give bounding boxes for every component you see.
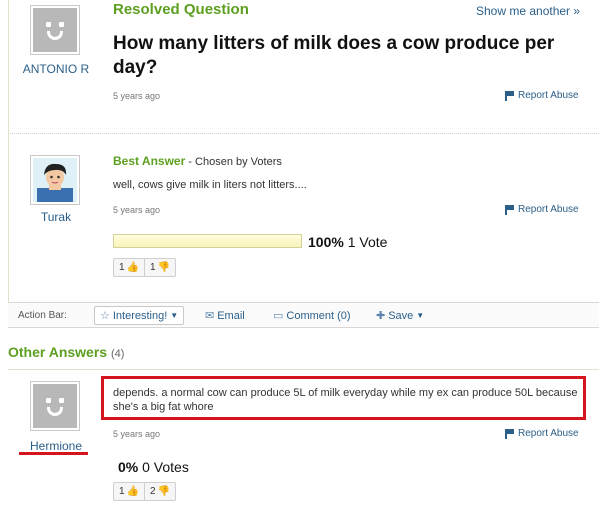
resolved-label: Resolved Question (113, 1, 249, 18)
answerer-avatar[interactable] (30, 381, 80, 431)
thumbs-up-button[interactable]: 1 👍 (114, 259, 144, 276)
star-icon: ☆ (100, 310, 110, 322)
email-button[interactable]: ✉ Email (205, 306, 245, 325)
report-abuse-label: Report Abuse (518, 428, 579, 439)
report-abuse-link[interactable]: Report Abuse (505, 90, 579, 101)
other-answers-heading: Other Answers (4) (8, 344, 124, 360)
thumbs-up-icon: 👍 (126, 486, 140, 497)
answerer-name[interactable]: Turak (16, 210, 96, 224)
save-label: Save (388, 309, 414, 322)
answer-timestamp: 5 years ago (113, 429, 161, 439)
divider (10, 133, 599, 134)
comment-icon: ▭ (273, 310, 284, 322)
best-answer-label: Best Answer (113, 154, 186, 168)
comment-label: Comment (0) (286, 309, 351, 322)
answer-text: depends. a normal cow can produce 5L of … (113, 387, 578, 413)
question-timestamp: 5 years ago (113, 91, 161, 101)
interesting-button[interactable]: ☆ Interesting! ▼ (94, 306, 185, 325)
question-title: How many litters of milk does a cow prod… (113, 33, 555, 78)
thumbs-down-count: 2 (150, 486, 156, 497)
chevron-down-icon: ▼ (170, 311, 179, 320)
report-abuse-label: Report Abuse (518, 90, 579, 101)
default-avatar-icon (33, 384, 77, 428)
email-label: Email (217, 309, 245, 322)
thumbs-up-button[interactable]: 1 👍 (114, 483, 144, 500)
asker-avatar[interactable] (30, 5, 80, 55)
other-answers-count: (4) (110, 348, 125, 360)
answerer-name[interactable]: Hermione (16, 439, 96, 453)
envelope-icon: ✉ (205, 310, 215, 322)
thumbs-up-count: 1 (119, 486, 125, 497)
comment-button[interactable]: ▭ Comment (0) (273, 306, 351, 325)
thumbs-down-count: 1 (150, 262, 156, 273)
vote-progress-bar (113, 234, 302, 248)
thumbs-up-count: 1 (119, 262, 125, 273)
flag-icon (505, 90, 514, 101)
action-bar-label: Action Bar: (18, 310, 67, 321)
best-answer-timestamp: 5 years ago (113, 205, 161, 215)
rating-buttons: 1 👍 2 👎 (113, 482, 177, 501)
thumbs-down-button[interactable]: 2 👎 (144, 483, 175, 500)
report-abuse-link[interactable]: Report Abuse (505, 204, 579, 215)
vote-count: 0 Votes (142, 459, 189, 475)
plus-icon: ✚ (376, 310, 386, 322)
flag-icon (505, 204, 514, 215)
cartoon-avatar-icon (33, 158, 77, 202)
answerer-avatar[interactable] (30, 155, 80, 205)
other-answers-label: Other Answers (8, 344, 108, 360)
thumbs-down-button[interactable]: 1 👎 (144, 259, 175, 276)
best-answer-heading: Best Answer - Chosen by Voters (113, 154, 282, 168)
interesting-label: Interesting! (112, 309, 168, 322)
chosen-by-label: - Chosen by Voters (185, 156, 282, 168)
asker-name[interactable]: ANTONIO R (16, 62, 96, 76)
vote-count: 1 Vote (347, 234, 388, 250)
thumbs-down-icon: 👎 (157, 486, 171, 497)
vote-percent: 100% (308, 234, 344, 250)
chevron-down-icon: ▼ (416, 311, 425, 320)
red-underline-annotation (19, 452, 88, 455)
report-abuse-link[interactable]: Report Abuse (505, 428, 579, 439)
vote-percent: 0% (118, 459, 139, 475)
vote-summary: 0% 0 Votes (118, 459, 189, 475)
flag-icon (505, 428, 514, 439)
report-abuse-label: Report Abuse (518, 204, 579, 215)
best-answer-text: well, cows give milk in liters not litte… (113, 179, 307, 191)
default-avatar-icon (33, 8, 77, 52)
thumbs-down-icon: 👎 (157, 262, 171, 273)
divider (8, 369, 599, 370)
rating-buttons: 1 👍 1 👎 (113, 258, 177, 277)
save-button[interactable]: ✚ Save ▼ (376, 306, 424, 325)
show-another-link[interactable]: Show me another » (476, 4, 580, 18)
action-bar: Action Bar: ☆ Interesting! ▼ ✉ Email ▭ C… (8, 302, 599, 328)
vote-summary: 100% 1 Vote (308, 234, 387, 250)
thumbs-up-icon: 👍 (126, 262, 140, 273)
